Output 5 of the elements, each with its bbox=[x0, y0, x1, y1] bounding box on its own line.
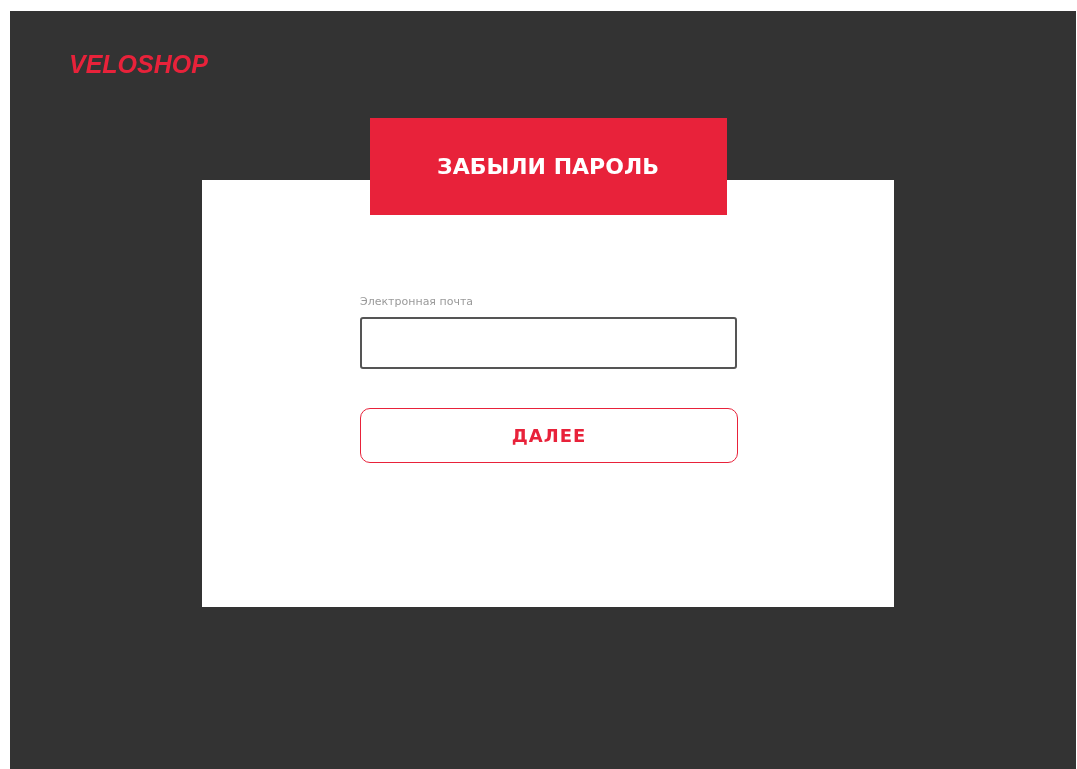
email-field[interactable] bbox=[360, 317, 737, 369]
field-label: Электронная почта bbox=[360, 295, 474, 309]
logo[interactable]: VELOSHOP bbox=[69, 50, 208, 78]
card-title: ЗАБЫЛИ ПАРОЛЬ bbox=[369, 118, 727, 215]
next-button[interactable]: ДАЛЕЕ bbox=[360, 408, 738, 463]
